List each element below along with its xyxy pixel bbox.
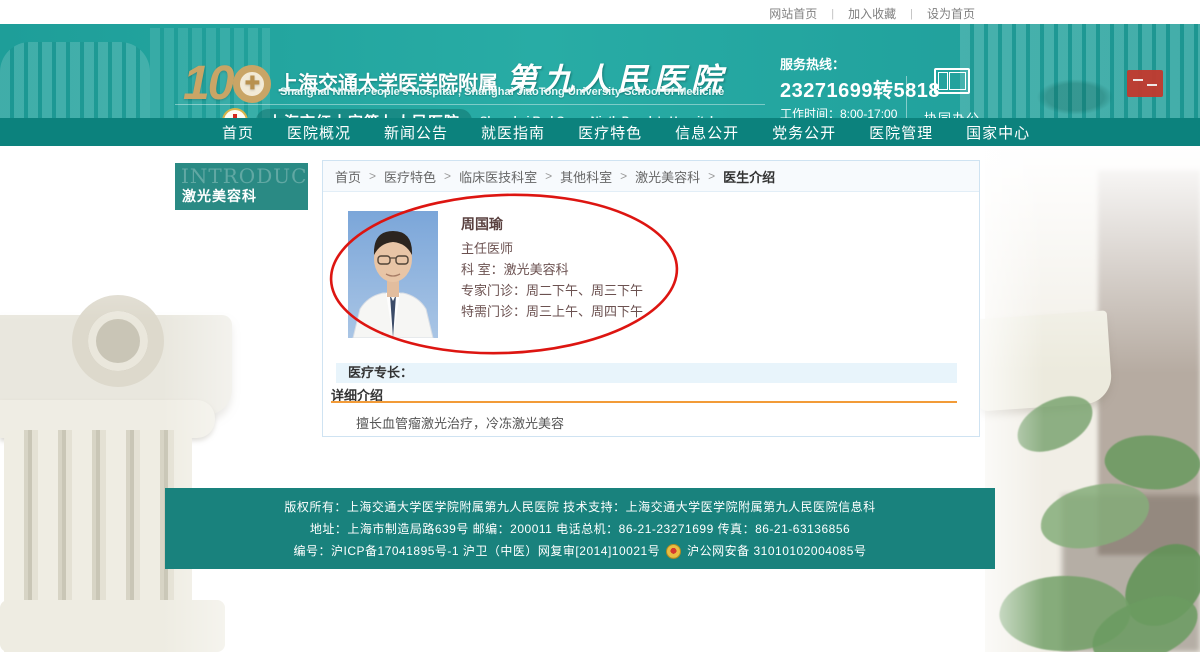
topbar-links: 网站首页 | 加入收藏 | 设为首页: [769, 5, 975, 22]
footer-copyright: 版权所有：上海交通大学医学院附属第九人民医院 技术支持：上海交通大学医学院附属第…: [165, 496, 995, 518]
sidebar-introduce-label: INTRODUCE: [181, 164, 308, 188]
stone-ledge: [972, 310, 1113, 411]
leaf: [1010, 389, 1101, 459]
stone-wall: [985, 145, 1200, 652]
logo-100-text: 10: [183, 56, 232, 111]
logo-emblem-icon: ✚: [233, 65, 271, 103]
red-cross-icon: [222, 108, 248, 118]
doctor-photo: [348, 211, 438, 338]
specialty-text: 擅长血管瘤激光治疗，冷冻激光美容: [356, 413, 564, 432]
doctor-expert-clinic: 专家门诊：周二下午、周三下午: [461, 284, 643, 297]
breadcrumb-separator: >: [545, 169, 552, 183]
breadcrumb-home[interactable]: 首页: [335, 167, 361, 186]
site-footer: 版权所有：上海交通大学医学院附属第九人民医院 技术支持：上海交通大学医学院附属第…: [165, 488, 995, 569]
link-add-favorite[interactable]: 加入收藏: [848, 5, 896, 22]
breadcrumb-separator: >: [369, 169, 376, 183]
leaf: [1114, 529, 1200, 640]
police-badge-icon: [666, 544, 681, 559]
link-set-homepage[interactable]: 设为首页: [927, 5, 975, 22]
doctor-info: 周国瑜 主任医师 科 室：激光美容科 专家门诊：周二下午、周三下午 特需门诊：周…: [461, 214, 643, 318]
nav-item-news[interactable]: 新闻公告: [384, 122, 448, 143]
oa-office-label: 协同办公: [916, 108, 988, 118]
specialty-header-bar: 医疗专长：: [336, 363, 957, 383]
building-photo-left: [0, 42, 150, 118]
breadcrumb-clinical-depts[interactable]: 临床医技科室: [459, 167, 537, 186]
breadcrumb-doctor-intro: 医生介绍: [723, 167, 775, 186]
footer-address: 地址：上海市制造局路639号 邮编：200011 电话总机：86-21-2327…: [165, 518, 995, 540]
breadcrumb-other-depts[interactable]: 其他科室: [560, 167, 612, 186]
content-panel: 首页 > 医疗特色 > 临床医技科室 > 其他科室 > 激光美容科 > 医生介绍: [322, 160, 980, 437]
topbar-separator: |: [831, 8, 834, 20]
column-fade-overlay: [0, 145, 360, 652]
nav-item-guide[interactable]: 就医指南: [481, 122, 545, 143]
main-navigation: 首页 医院概况 新闻公告 就医指南 医疗特色 信息公开 党务公开 医院管理 国家…: [0, 118, 1200, 146]
footer-security-number: 沪公网安备 31010102004085号: [687, 540, 866, 562]
breadcrumb-laser-cosmetic[interactable]: 激光美容科: [635, 167, 700, 186]
hospital-title-english: Shanghai Ninth People's Hospital , Shang…: [280, 86, 724, 98]
column-shaft: [4, 430, 192, 652]
doctor-department: 科 室：激光美容科: [461, 263, 643, 276]
header-vertical-separator: [906, 76, 907, 118]
nav-item-features[interactable]: 医疗特色: [578, 122, 642, 143]
page: 网站首页 | 加入收藏 | 设为首页 10 ✚ 上海交通大学医学院附属 第九人民…: [0, 0, 1200, 652]
leaf: [995, 566, 1134, 652]
centennial-100-logo: 10 ✚: [183, 56, 271, 111]
nav-item-national-center[interactable]: 国家中心: [966, 122, 1030, 143]
topbar-separator: |: [910, 8, 913, 20]
leaf: [1037, 479, 1153, 552]
column-capital: [0, 315, 232, 415]
palm-tree: [1030, 76, 1120, 118]
wooden-door-shadow: [1062, 495, 1200, 652]
header-divider: [175, 104, 765, 105]
orange-divider: [331, 401, 957, 403]
nav-item-management[interactable]: 医院管理: [869, 122, 933, 143]
nav-item-home[interactable]: 首页: [222, 122, 254, 143]
column-echinus: [0, 400, 215, 438]
breadcrumb-separator: >: [620, 169, 627, 183]
red-cross-subtitle-row: 上海市红十字第九人民医院 Shanghai Red Cross Ninth Pe…: [222, 108, 713, 118]
footer-registration: 编号：沪ICP备17041895号-1 沪卫（中医）网复审[2014]10021…: [165, 540, 995, 562]
leaf: [1100, 426, 1200, 500]
nav-item-party-affairs[interactable]: 党务公开: [772, 122, 836, 143]
nav-item-overview[interactable]: 医院概况: [287, 122, 351, 143]
doctor-special-clinic: 特需门诊：周三上午、周四下午: [461, 305, 643, 318]
breadcrumb: 首页 > 医疗特色 > 临床医技科室 > 其他科室 > 激光美容科 > 医生介绍: [323, 161, 979, 192]
site-header: 10 ✚ 上海交通大学医学院附属 第九人民医院 Shanghai Ninth P…: [0, 24, 1200, 118]
footer-icp-number: 编号：沪ICP备17041895号-1 沪卫（中医）网复审[2014]10021…: [294, 540, 661, 562]
red-cross-hospital-name: 上海市红十字第九人民医院: [256, 109, 472, 119]
breadcrumb-separator: >: [444, 169, 451, 183]
monitor-icon: [934, 68, 970, 94]
oa-office-link[interactable]: 协同办公: [916, 68, 988, 118]
breadcrumb-separator: >: [708, 169, 715, 183]
building-red-sign: [1127, 70, 1163, 97]
sidebar-department-box: INTRODUCE 激光美容科: [175, 163, 308, 210]
doctor-name: 周国瑜: [461, 214, 643, 234]
wall-fade-overlay: [960, 145, 1200, 652]
nav-items: 首页 医院概况 新闻公告 就医指南 医疗特色 信息公开 党务公开 医院管理 国家…: [222, 118, 1030, 146]
nav-item-info-disclosure[interactable]: 信息公开: [675, 122, 739, 143]
sidebar-department-name: 激光美容科: [182, 186, 257, 206]
wooden-door: [1098, 170, 1200, 555]
breadcrumb-features[interactable]: 医疗特色: [384, 167, 436, 186]
link-site-home[interactable]: 网站首页: [769, 5, 817, 22]
leaf: [1084, 588, 1200, 652]
column-volute: [72, 295, 164, 387]
top-utility-bar: 网站首页 | 加入收藏 | 设为首页: [0, 0, 1200, 24]
column-base: [0, 600, 225, 652]
doctor-title: 主任医师: [461, 242, 643, 255]
